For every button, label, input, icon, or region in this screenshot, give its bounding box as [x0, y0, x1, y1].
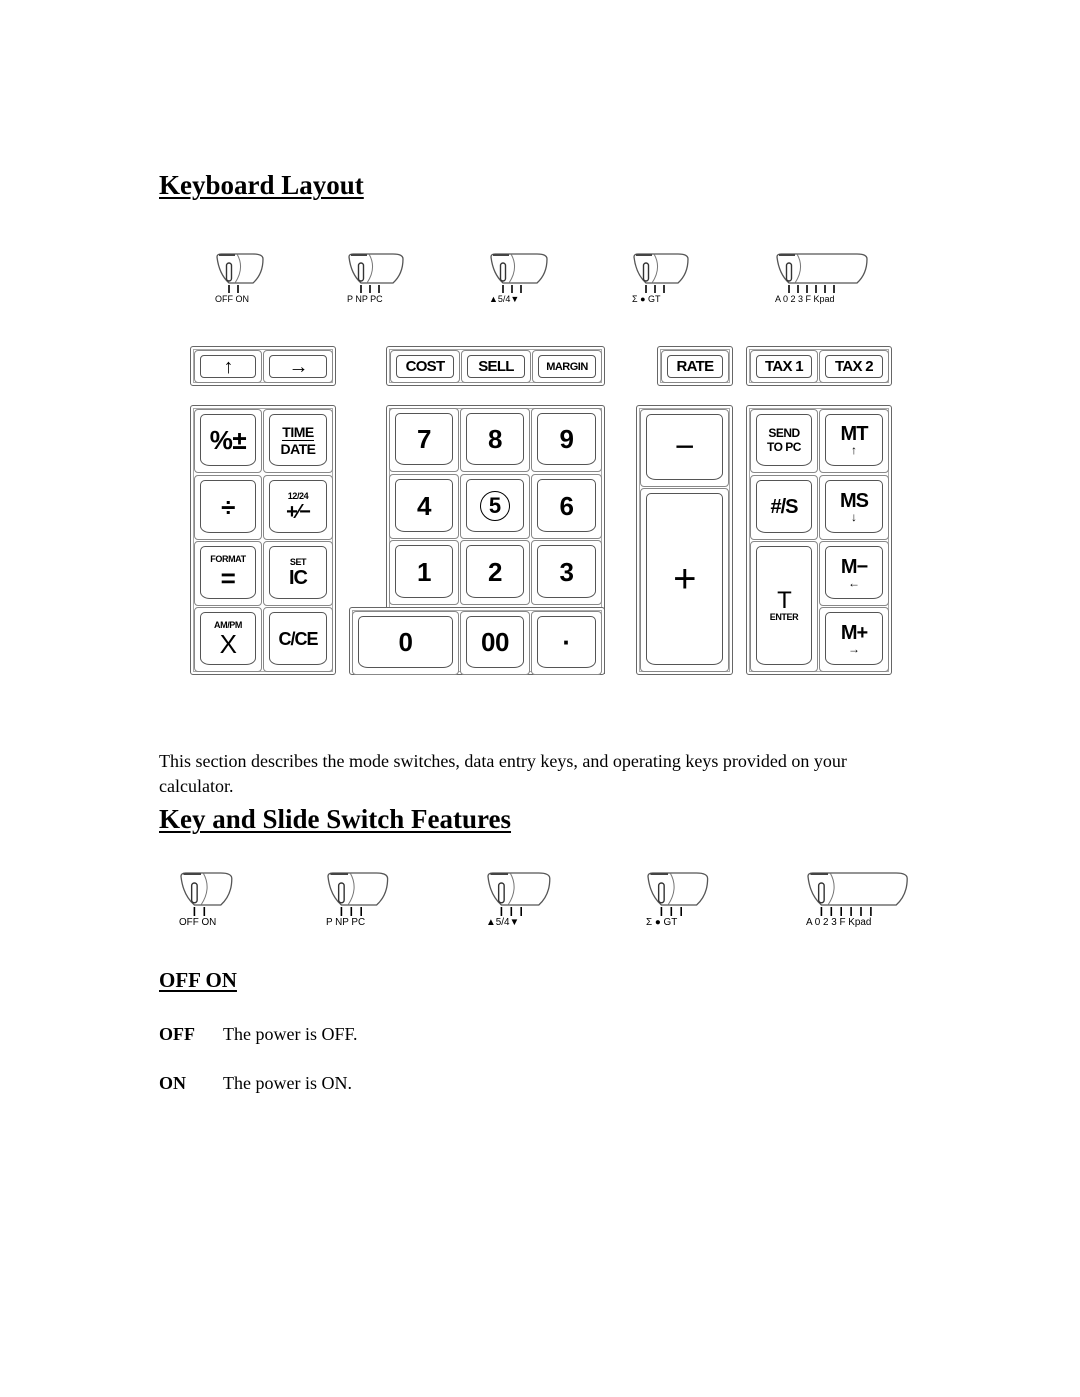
switch-labels: OFF ON: [215, 294, 249, 304]
digit-7-key[interactable]: 7: [389, 408, 459, 472]
switch-labels: A 0 2 3 F Kpad: [775, 294, 835, 304]
switch-labels: P NP PC: [347, 294, 383, 304]
slide-switch-power[interactable]: OFF ON: [179, 872, 236, 928]
left-arrow-icon: ←: [848, 575, 860, 590]
paper-feed-key[interactable]: ↑: [194, 350, 262, 383]
subsection-title: OFF ON: [159, 968, 237, 992]
up-arrow-icon: ↑: [851, 443, 857, 457]
switch-icon: [633, 253, 689, 293]
slide-switch-print-mode[interactable]: P NP PC: [347, 253, 407, 304]
rate-panel: RATE: [657, 346, 733, 386]
clear-key[interactable]: C/CE: [263, 607, 333, 672]
memory-total-key[interactable]: MT ↑: [819, 409, 889, 473]
reverse-icon: +⁄−: [286, 500, 311, 523]
send-to-pc-key[interactable]: SEND TO PC: [750, 409, 818, 473]
definition-on: ON The power is ON.: [159, 1073, 352, 1093]
switch-icon: [647, 872, 709, 916]
percent-key[interactable]: %±: [194, 409, 262, 473]
switch-icon: [487, 872, 551, 916]
tax-panel: TAX 1 TAX 2: [746, 346, 892, 386]
plus-key[interactable]: +: [640, 488, 729, 672]
digit-3-key[interactable]: 3: [531, 540, 602, 605]
digit-2-key[interactable]: 2: [460, 540, 530, 605]
plus-minus-panel: − +: [636, 405, 733, 675]
memory-minus-key[interactable]: M− ←: [819, 541, 889, 606]
switch-icon: [348, 253, 404, 293]
slide-switch-print-mode[interactable]: P NP PC: [326, 872, 392, 928]
sell-key[interactable]: SELL: [461, 350, 531, 383]
right-arrow-icon: →: [848, 641, 860, 656]
switch-icon: [776, 253, 868, 293]
minus-key[interactable]: −: [640, 409, 729, 487]
advance-key[interactable]: →: [263, 350, 333, 383]
decimal-point-key[interactable]: ·: [531, 611, 602, 675]
digit-5-key[interactable]: 5: [460, 474, 530, 539]
intro-paragraph: This section describes the mode switches…: [159, 751, 847, 796]
digit-1-key[interactable]: 1: [389, 540, 459, 605]
digit-0-key[interactable]: 0: [352, 611, 459, 675]
switch-labels: Σ ● GT: [632, 294, 661, 304]
slide-switch-rounding[interactable]: ▲5/4▼: [489, 253, 551, 304]
switch-labels: Σ ● GT: [646, 917, 678, 929]
divide-key[interactable]: ÷: [194, 475, 262, 540]
slide-switch-accumulation[interactable]: Σ ● GT: [632, 253, 692, 304]
rate-key[interactable]: RATE: [661, 350, 729, 383]
switch-labels: A 0 2 3 F Kpad: [806, 917, 872, 929]
digit-8-key[interactable]: 8: [460, 408, 530, 472]
down-arrow-icon: ↓: [851, 509, 857, 524]
switch-labels: OFF ON: [179, 917, 217, 929]
switch-labels: ▲5/4▼: [489, 294, 520, 304]
tax2-key[interactable]: TAX 2: [819, 350, 889, 383]
multiply-key[interactable]: AM/PM X: [194, 607, 262, 672]
memory-plus-key[interactable]: M+ →: [819, 607, 889, 672]
right-arrow-icon: →: [288, 355, 309, 378]
switch-labels: P NP PC: [326, 917, 366, 929]
margin-key[interactable]: MARGIN: [532, 350, 602, 383]
page-title: Keyboard Layout: [159, 170, 364, 200]
total-key[interactable]: T ENTER: [750, 541, 818, 672]
switch-labels: ▲5/4▼: [486, 917, 520, 929]
digit-4-key[interactable]: 4: [389, 474, 459, 539]
function-panel: %± TIME DATE ÷ 12/24 +⁄− FORMAT = SET IC AM/…: [190, 405, 336, 675]
definition-off: OFF The power is OFF.: [159, 1024, 358, 1044]
switch-icon: [807, 872, 908, 916]
switch-icon: [180, 872, 233, 916]
numpad-grid: 7 8 9 4 5 6 1 2 3 0 00 ·: [352, 405, 606, 675]
memory-panel: SEND TO PC MT ↑ #/S MS ↓ T ENTER M− ← M+ →: [746, 405, 892, 675]
digit-9-key[interactable]: 9: [531, 408, 602, 472]
switch-icon: [490, 253, 548, 293]
up-arrow-icon: ↑: [223, 355, 234, 378]
section-title: Key and Slide Switch Features: [159, 804, 512, 834]
reverse-sign-key[interactable]: 12/24 +⁄−: [263, 475, 333, 540]
slide-switch-accumulation[interactable]: Σ ● GT: [646, 872, 712, 928]
tax1-key[interactable]: TAX 1: [750, 350, 818, 383]
double-zero-key[interactable]: 00: [460, 611, 530, 675]
digit-6-key[interactable]: 6: [531, 474, 602, 539]
switch-icon: [327, 872, 389, 916]
slide-switch-decimal[interactable]: A 0 2 3 F Kpad: [775, 253, 871, 304]
memory-subtotal-key[interactable]: MS ↓: [819, 475, 889, 540]
slide-switch-power[interactable]: OFF ON: [215, 253, 267, 304]
ic-key[interactable]: SET IC: [263, 541, 333, 606]
equals-key[interactable]: FORMAT =: [194, 541, 262, 606]
slide-switch-rounding[interactable]: ▲5/4▼: [486, 872, 554, 928]
time-date-key[interactable]: TIME DATE: [263, 409, 333, 473]
feed-panel: ↑ →: [190, 346, 336, 386]
slide-switch-decimal[interactable]: A 0 2 3 F Kpad: [806, 872, 911, 928]
non-add-key[interactable]: #/S: [750, 475, 818, 540]
margin-panel: COST SELL MARGIN: [386, 346, 605, 386]
switch-icon: [216, 253, 264, 293]
cost-key[interactable]: COST: [390, 350, 460, 383]
